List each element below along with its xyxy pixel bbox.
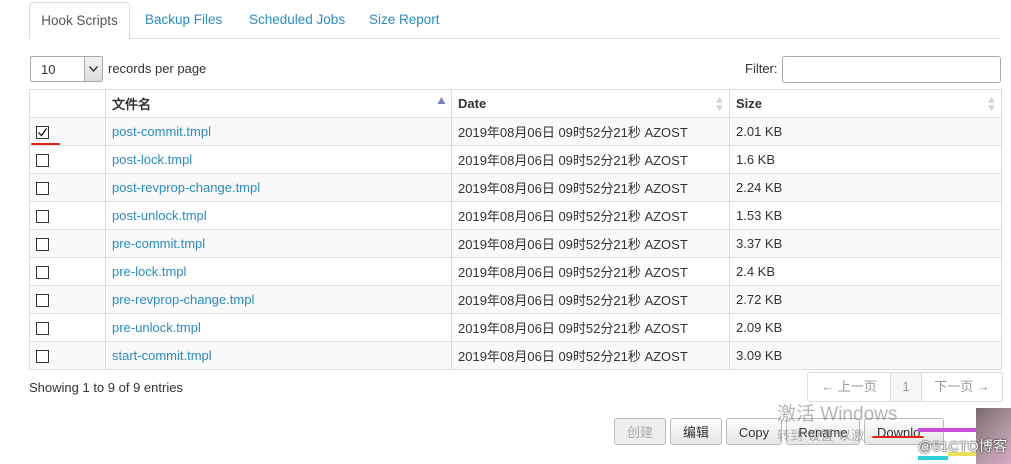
copy-button[interactable]: Copy	[726, 418, 782, 445]
table-header-row: 文件名 Date Size	[29, 89, 1002, 118]
file-name-link[interactable]: post-lock.tmpl	[112, 152, 192, 167]
chevron-down-icon	[89, 66, 98, 72]
row-select-cell	[29, 201, 106, 230]
column-header-size[interactable]: Size	[729, 89, 1002, 118]
file-name-link[interactable]: pre-commit.tmpl	[112, 236, 205, 251]
file-date: 2019年08月06日 09时52分21秒 AZOST	[451, 117, 730, 146]
file-size: 2.09 KB	[729, 313, 1002, 342]
file-date: 2019年08月06日 09时52分21秒 AZOST	[451, 341, 730, 370]
column-header-size-label: Size	[736, 96, 763, 111]
file-date: 2019年08月06日 09时52分21秒 AZOST	[451, 285, 730, 314]
sort-both-icon	[988, 97, 995, 111]
column-header-date[interactable]: Date	[451, 89, 730, 118]
select-arrow-button[interactable]	[84, 57, 102, 81]
edit-button[interactable]: 编辑	[670, 418, 722, 445]
create-button[interactable]: 创建	[614, 418, 666, 445]
tab-hook-scripts[interactable]: Hook Scripts	[29, 2, 130, 39]
row-select-cell	[29, 341, 106, 370]
file-name-link[interactable]: start-commit.tmpl	[112, 348, 212, 363]
file-name-link[interactable]: pre-unlock.tmpl	[112, 320, 201, 335]
row-checkbox[interactable]	[36, 209, 49, 223]
table-row: pre-unlock.tmpl 2019年08月06日 09时52分21秒 AZ…	[29, 313, 1002, 342]
row-checkbox[interactable]	[36, 321, 49, 335]
windows-activation-subtitle: 转到"设置"以激	[777, 428, 865, 443]
column-header-name-label: 文件名	[112, 97, 152, 112]
table-row: post-revprop-change.tmpl 2019年08月06日 09时…	[29, 173, 1002, 202]
table-row: post-unlock.tmpl 2019年08月06日 09时52分21秒 A…	[29, 201, 1002, 230]
tab-size-report[interactable]: Size Report	[369, 2, 440, 37]
row-select-cell	[29, 229, 106, 258]
table-row: pre-revprop-change.tmpl 2019年08月06日 09时5…	[29, 285, 1002, 314]
row-select-cell	[29, 285, 106, 314]
row-select-cell	[29, 145, 106, 174]
column-header-name[interactable]: 文件名	[105, 89, 452, 118]
table-info: Showing 1 to 9 of 9 entries	[29, 380, 183, 395]
windows-activation-title: 激活 Windows	[777, 404, 898, 425]
file-date: 2019年08月06日 09时52分21秒 AZOST	[451, 201, 730, 230]
pagination-page-1[interactable]: 1	[891, 373, 922, 401]
decorative-strip	[918, 456, 948, 460]
pagination-prev-button[interactable]: ← 上一页	[808, 373, 891, 401]
row-checkbox[interactable]	[36, 293, 49, 307]
row-checkbox[interactable]	[36, 125, 49, 139]
file-name-link[interactable]: post-revprop-change.tmpl	[112, 180, 260, 195]
site-watermark: @51CTO博客	[918, 438, 1008, 454]
row-checkbox[interactable]	[36, 181, 49, 195]
file-name-link[interactable]: post-unlock.tmpl	[112, 208, 207, 223]
table-row: post-lock.tmpl 2019年08月06日 09时52分21秒 AZO…	[29, 145, 1002, 174]
row-select-cell	[29, 313, 106, 342]
avatar	[976, 408, 1011, 464]
table-row: start-commit.tmpl 2019年08月06日 09时52分21秒 …	[29, 341, 1002, 370]
filter-input[interactable]	[782, 56, 1001, 83]
file-size: 1.53 KB	[729, 201, 1002, 230]
table-row: pre-lock.tmpl 2019年08月06日 09时52分21秒 AZOS…	[29, 257, 1002, 286]
file-size: 1.6 KB	[729, 145, 1002, 174]
tab-bar: Hook Scripts Backup Files Scheduled Jobs…	[29, 0, 1001, 39]
file-date: 2019年08月06日 09时52分21秒 AZOST	[451, 257, 730, 286]
filter-label: Filter:	[745, 61, 778, 76]
file-name-link[interactable]: post-commit.tmpl	[112, 124, 211, 139]
tab-scheduled-jobs[interactable]: Scheduled Jobs	[249, 2, 345, 37]
row-checkbox[interactable]	[36, 265, 49, 279]
records-per-page-select[interactable]: 10	[30, 56, 103, 82]
file-name-link[interactable]: pre-lock.tmpl	[112, 264, 186, 279]
annotation-underline	[31, 143, 60, 145]
annotation-underline	[872, 436, 924, 438]
row-select-cell	[29, 257, 106, 286]
sort-both-icon	[716, 97, 723, 111]
file-date: 2019年08月06日 09时52分21秒 AZOST	[451, 313, 730, 342]
file-size: 2.01 KB	[729, 117, 1002, 146]
file-size: 2.4 KB	[729, 257, 1002, 286]
row-checkbox[interactable]	[36, 153, 49, 167]
pagination: ← 上一页 1 下一页 →	[807, 372, 1003, 402]
file-date: 2019年08月06日 09时52分21秒 AZOST	[451, 173, 730, 202]
sort-asc-icon	[437, 97, 446, 104]
table-row: post-commit.tmpl 2019年08月06日 09时52分21秒 A…	[29, 117, 1002, 146]
file-size: 3.09 KB	[729, 341, 1002, 370]
file-size: 2.24 KB	[729, 173, 1002, 202]
file-size: 3.37 KB	[729, 229, 1002, 258]
file-name-link[interactable]: pre-revprop-change.tmpl	[112, 292, 254, 307]
row-select-cell	[29, 117, 106, 146]
checkmark-icon	[38, 127, 48, 137]
row-checkbox[interactable]	[36, 349, 49, 363]
row-checkbox[interactable]	[36, 237, 49, 251]
files-table: 文件名 Date Size post-commit.tmpl 2019年08月0…	[29, 89, 1002, 370]
row-select-cell	[29, 173, 106, 202]
column-header-date-label: Date	[458, 96, 487, 111]
records-per-page-value: 10	[41, 62, 56, 77]
pagination-next-button[interactable]: 下一页 →	[922, 373, 1002, 401]
decorative-strip	[918, 428, 976, 432]
tab-backup-files[interactable]: Backup Files	[145, 2, 222, 37]
file-date: 2019年08月06日 09时52分21秒 AZOST	[451, 229, 730, 258]
file-date: 2019年08月06日 09时52分21秒 AZOST	[451, 145, 730, 174]
records-per-page-label: records per page	[108, 61, 207, 76]
file-size: 2.72 KB	[729, 285, 1002, 314]
select-column-header	[29, 89, 106, 118]
table-row: pre-commit.tmpl 2019年08月06日 09时52分21秒 AZ…	[29, 229, 1002, 258]
